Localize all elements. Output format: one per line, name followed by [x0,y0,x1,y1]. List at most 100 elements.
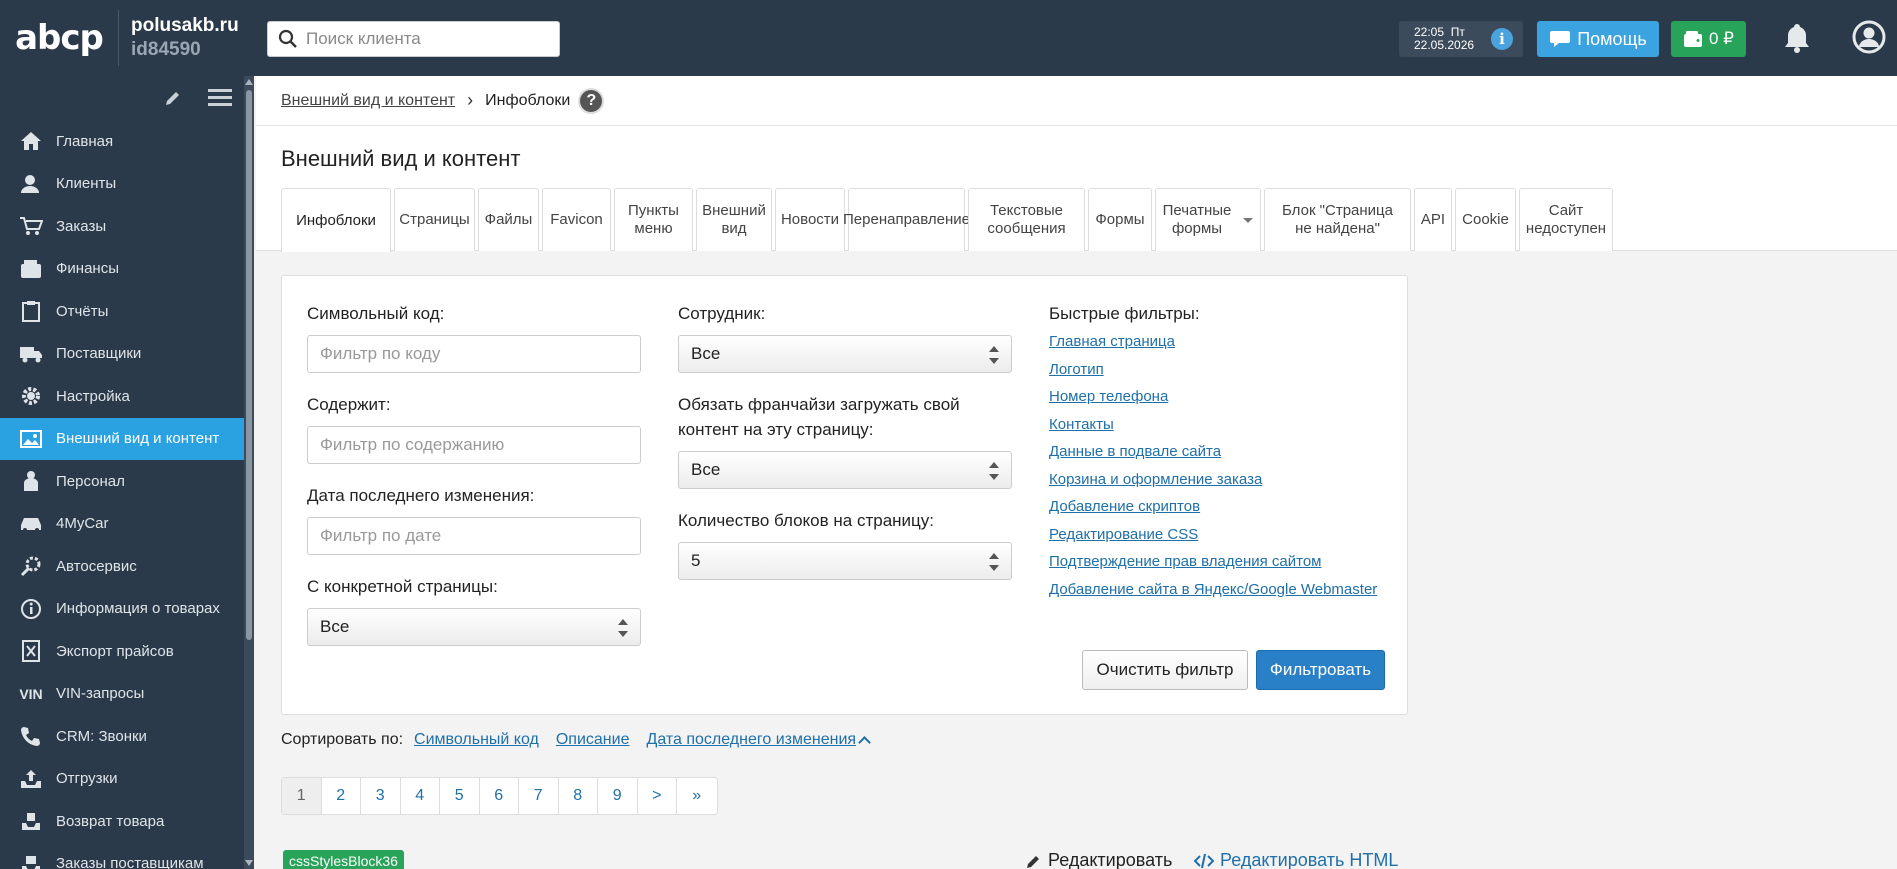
sidebar-item[interactable]: Отчёты [0,290,244,333]
sidebar-item[interactable]: Главная [0,120,244,163]
quick-filter-link[interactable]: Добавление сайта в Яндекс/Google Webmast… [1049,576,1377,604]
info-icon[interactable]: i [1491,28,1513,50]
bell-icon[interactable] [1782,22,1812,54]
sidebar-item[interactable]: Экспорт прайсов [0,630,244,673]
page-link[interactable]: 6 [480,778,519,814]
page-link[interactable]: 2 [322,778,361,814]
page-select-value: Все [320,617,350,636]
franchise-select[interactable]: Все [678,451,1012,489]
sidebar-item-label: Отгрузки [56,770,118,788]
sort-by-description-link[interactable]: Описание [556,731,630,749]
sidebar-item[interactable]: Возврат товара [0,800,244,843]
breadcrumb-parent-link[interactable]: Внешний вид и контент [281,92,455,110]
page-link[interactable]: 5 [440,778,480,814]
sidebar-item[interactable]: Внешний вид и контент [0,417,244,460]
count-select[interactable]: 5 [678,542,1012,580]
tab-label: Пункты меню [628,202,679,237]
sidebar-scrollbar[interactable] [244,76,254,869]
tab[interactable]: Печатные формы [1155,188,1261,251]
help-button[interactable]: Помощь [1537,21,1659,57]
code-filter-input[interactable] [307,335,641,373]
search-icon [278,29,297,48]
tab-label: Текстовые сообщения [987,202,1066,237]
quick-filter-link[interactable]: Контакты [1049,411,1377,439]
sidebar-item[interactable]: Заказы [0,205,244,248]
page-select[interactable]: Все [307,608,641,646]
page-link[interactable]: 7 [519,778,559,814]
contains-filter-input[interactable] [307,426,641,464]
sidebar-item[interactable]: Информация о товарах [0,588,244,631]
sidebar-item[interactable]: Автосервис [0,545,244,588]
page-link[interactable]: > [638,778,677,814]
page-link[interactable]: 3 [361,778,401,814]
tab[interactable]: API [1414,188,1452,251]
tab[interactable]: Внешний вид [696,188,772,251]
page-link[interactable]: 8 [559,778,598,814]
sort-by-date-link[interactable]: Дата последнего изменения [646,731,856,749]
page-link[interactable]: 1 [282,778,322,814]
quick-filter-link[interactable]: Подтверждение прав владения сайтом [1049,548,1377,576]
select-arrows-icon [989,553,999,571]
tab[interactable]: Новости [775,188,845,251]
date-filter-input[interactable] [307,517,641,555]
sidebar-item[interactable]: 4MyCar [0,503,244,546]
scroll-down-icon[interactable] [245,860,253,866]
sidebar-item[interactable]: Заказы поставщикам [0,843,244,869]
sidebar-item[interactable]: CRM: Звонки [0,715,244,758]
quick-filter-link[interactable]: Логотип [1049,356,1377,384]
page-link[interactable]: 4 [401,778,440,814]
search-input[interactable] [306,29,546,49]
tab[interactable]: Сайт недоступен [1519,188,1613,251]
tab[interactable]: Блок "Страница не найдена" [1264,188,1411,251]
sort-by-code-link[interactable]: Символьный код [414,731,539,749]
apply-filter-button[interactable]: Фильтровать [1256,650,1385,690]
quick-filter-link[interactable]: Добавление скриптов [1049,493,1377,521]
tab[interactable]: Инфоблоки [281,188,391,252]
tab[interactable]: Формы [1088,188,1152,251]
tab[interactable]: Пункты меню [614,188,693,251]
page-label: С конкретной страницы: [307,577,498,596]
sidebar-item[interactable]: VIN VIN-запросы [0,673,244,716]
menu-icon[interactable] [208,88,232,108]
tab[interactable]: Файлы [478,188,539,251]
quick-filters-label: Быстрые фильтры: [1049,304,1200,323]
scroll-up-icon[interactable] [245,79,253,85]
help-question-icon[interactable]: ? [578,87,605,114]
wallet-icon [18,257,44,281]
sidebar-item[interactable]: Финансы [0,248,244,291]
sidebar-item[interactable]: Персонал [0,460,244,503]
user-avatar-icon[interactable] [1852,20,1886,54]
truck-icon [18,342,44,366]
edit-html-label: Редактировать HTML [1220,850,1399,869]
sidebar-item-label: Поставщики [56,345,142,363]
page-link[interactable]: 9 [598,778,638,814]
quick-filter-link[interactable]: Данные в подвале сайта [1049,438,1377,466]
quick-filter-link[interactable]: Корзина и оформление заказа [1049,466,1377,494]
balance-button[interactable]: 0 ₽ [1671,21,1746,57]
sidebar-item[interactable]: Поставщики [0,333,244,376]
employee-select[interactable]: Все [678,335,1012,373]
sidebar-item[interactable]: Настройка [0,375,244,418]
tab[interactable]: Cookie [1455,188,1516,251]
tab[interactable]: Favicon [542,188,611,251]
edit-html-link[interactable]: Редактировать HTML [1194,850,1398,869]
clear-filter-button[interactable]: Очистить фильтр [1082,650,1248,690]
select-arrows-icon [989,346,999,364]
quick-filter-link[interactable]: Редактирование CSS [1049,521,1377,549]
sidebar-item[interactable]: Отгрузки [0,758,244,801]
sidebar-item[interactable]: Клиенты [0,163,244,206]
filter-column-left: Символьный код: Содержит: Дата последнег… [307,301,641,665]
pencil-icon[interactable] [164,89,182,107]
logo[interactable]: abcp [0,0,118,76]
scrollbar-thumb[interactable] [246,90,252,640]
page-link[interactable]: » [677,778,717,814]
quick-filter-link[interactable]: Главная страница [1049,328,1377,356]
supplier-orders-icon [18,852,44,869]
quick-filter-link[interactable]: Номер телефона [1049,383,1377,411]
client-search[interactable] [267,21,560,57]
staff-icon [18,469,44,493]
edit-block-link[interactable]: Редактировать [1026,850,1172,869]
tab[interactable]: Страницы [394,188,475,251]
tab[interactable]: Перенаправление [843,188,970,251]
tab[interactable]: Текстовые сообщения [968,188,1085,251]
